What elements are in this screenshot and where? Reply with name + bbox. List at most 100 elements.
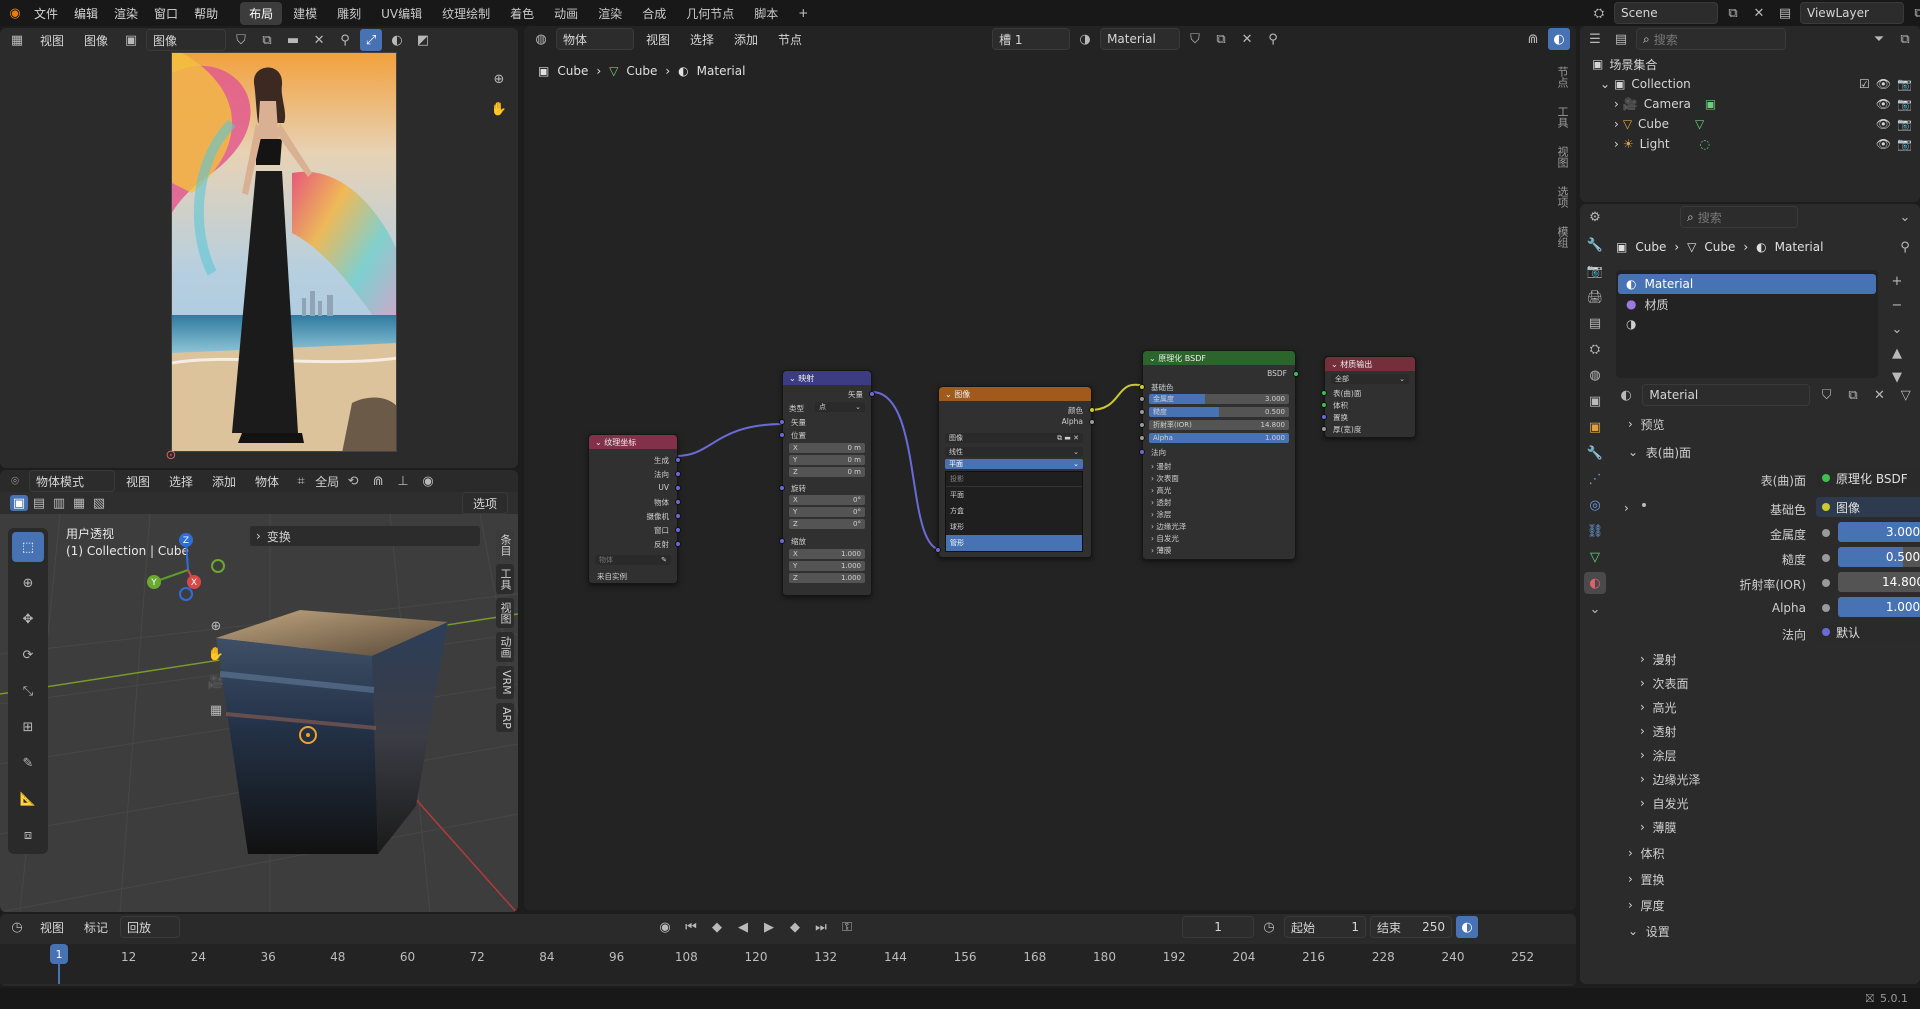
outliner-search-field[interactable]: ⌕ 搜索	[1636, 28, 1786, 50]
fake-user-icon[interactable]: ⛉	[230, 29, 252, 51]
subpanel-specular[interactable]: › 高光	[1616, 695, 1916, 719]
image-node-actions-icon[interactable]: ⧉ ▬ ✕	[1057, 434, 1079, 443]
menu-help[interactable]: 帮助	[186, 5, 226, 22]
panel-displacement[interactable]: › 置换	[1616, 867, 1916, 891]
material-slot-3[interactable]: ◑	[1618, 314, 1876, 334]
socket[interactable]	[1139, 409, 1145, 415]
material-fake-user-icon[interactable]: ⛉	[1184, 28, 1206, 50]
material-unlink-icon[interactable]: ✕	[1236, 28, 1258, 50]
metallic-field[interactable]: 3.000	[1838, 522, 1920, 542]
transform-orientation-icon[interactable]: ⌗	[290, 470, 312, 492]
scene-tab-icon[interactable]: ⛭	[1584, 338, 1606, 360]
mapping-scale-x[interactable]: X 1.000	[789, 549, 865, 559]
panel-surface[interactable]: ⌄ 表(曲)面	[1616, 440, 1916, 464]
node-principled-bsdf[interactable]: ⌄ 原理化 BSDF BSDF 基础色 金属度 3.000 糙度 0.500 折射率…	[1139, 350, 1299, 560]
socket[interactable]	[779, 538, 785, 544]
workspace-tab-texture-paint[interactable]: 纹理绘制	[433, 2, 499, 25]
image-editor-menu-image[interactable]: 图像	[76, 32, 116, 49]
output-target-dropdown[interactable]: 全部 ⌄	[1331, 374, 1409, 384]
node-sidebar-tab-options[interactable]: 选项	[1554, 186, 1570, 208]
new-collection-icon[interactable]: ⧉	[1894, 28, 1916, 50]
timeline-menu-marker[interactable]: 标记	[76, 919, 116, 936]
sidebar-tab-vrm[interactable]: VRM	[496, 666, 514, 699]
bsdf-metallic-field[interactable]: 金属度 3.000	[1149, 394, 1289, 404]
viewport-editor-type-icon[interactable]: ⌾	[4, 470, 26, 492]
add-workspace-button[interactable]: +	[789, 3, 817, 23]
select-tool-icon[interactable]: ⬚	[12, 532, 44, 562]
blender-logo-icon[interactable]: ◉	[4, 2, 26, 24]
mapping-rotation-z[interactable]: Z 0°	[789, 519, 865, 529]
collection-tab-icon[interactable]: ▣	[1584, 390, 1606, 412]
output-tab-icon[interactable]: 🖨	[1584, 286, 1606, 308]
subpanel-thin-film[interactable]: › 薄膜	[1616, 815, 1916, 839]
socket[interactable]	[675, 499, 681, 505]
ior-socket-icon[interactable]	[1822, 579, 1830, 587]
slot-selector[interactable]: 槽 1	[992, 28, 1071, 50]
socket[interactable]	[1321, 390, 1327, 396]
interpolation-dropdown[interactable]: 线性 ⌄	[945, 447, 1083, 457]
socket[interactable]	[1139, 422, 1145, 428]
annotate-tool-icon[interactable]: ✎	[12, 748, 44, 778]
view-layer-tab-icon[interactable]: ▤	[1584, 312, 1606, 334]
display-mode-icon[interactable]: ▤	[1610, 28, 1632, 50]
node-image-texture[interactable]: ⌄ 图像 颜色 Alpha 图像 ⧉ ▬ ✕ 线性 ⌄ 平面 ⌄ 投影 平面 方盒 球…	[935, 386, 1095, 558]
workspace-tab-rendering[interactable]: 渲染	[589, 2, 631, 25]
node-sidebar-tab-tool[interactable]: 工具	[1554, 106, 1570, 128]
remove-slot-icon[interactable]: −	[1886, 294, 1908, 316]
world-tab-icon[interactable]: ◍	[1584, 364, 1606, 386]
node-menu-view[interactable]: 视图	[638, 31, 678, 48]
perspective-toggle-icon[interactable]: ▦	[205, 699, 227, 721]
camera-view-icon[interactable]: 🎥	[205, 671, 227, 693]
delete-scene-icon[interactable]: ✕	[1748, 2, 1770, 24]
expand-chevron-icon[interactable]: ⌄	[1600, 77, 1610, 91]
node-sidebar-tab-view[interactable]: 视图	[1554, 146, 1570, 168]
texcoord-from-instancer[interactable]: 来自实例	[597, 571, 627, 582]
overlay-icon[interactable]: ◐	[1548, 28, 1570, 50]
overlay-icon[interactable]: ◐	[1456, 916, 1479, 938]
physics-tab-icon[interactable]: ◎	[1584, 494, 1606, 516]
output-header[interactable]: ⌄ 材质输出	[1325, 357, 1415, 371]
menu-file[interactable]: 文件	[26, 5, 66, 22]
socket[interactable]	[779, 432, 785, 438]
eye-icon[interactable]: 👁	[1876, 77, 1891, 91]
mapping-location-x[interactable]: X 0 m	[789, 443, 865, 453]
pivot-icon[interactable]: ⟲	[342, 470, 364, 492]
properties-material-name[interactable]: Material	[1642, 384, 1811, 406]
mapping-header[interactable]: ⌄ 映射	[783, 371, 871, 385]
bsdf-sub-thin-film[interactable]: › 薄膜	[1151, 545, 1171, 556]
expand-chevron-icon[interactable]: ›	[1614, 117, 1619, 131]
bsdf-sub-emission[interactable]: › 自发光	[1151, 533, 1179, 544]
unlink-image-icon[interactable]: ✕	[308, 29, 330, 51]
add-cube-tool-icon[interactable]: ⧈	[12, 820, 44, 850]
node-menu-select[interactable]: 选择	[682, 31, 722, 48]
add-slot-icon[interactable]: +	[1886, 270, 1908, 292]
expand-chevron-icon[interactable]: ›	[1614, 137, 1619, 151]
new-view-layer-icon[interactable]: ⧉	[1908, 2, 1920, 24]
camera-render-icon[interactable]: 📷	[1897, 137, 1912, 151]
mapping-rotation-y[interactable]: Y 0°	[789, 507, 865, 517]
menu-edit[interactable]: 编辑	[66, 5, 106, 22]
mapping-scale-y[interactable]: Y 1.000	[789, 561, 865, 571]
move-slot-up-icon[interactable]: ▲	[1886, 342, 1908, 364]
prev-keyframe-icon[interactable]: ◆	[706, 916, 728, 938]
image-node-image-field[interactable]: 图像 ⧉ ▬ ✕	[945, 433, 1083, 443]
outliner-item-light[interactable]: › ☀ Light ◌ 👁 📷	[1592, 134, 1920, 154]
auto-keying-icon[interactable]: ◉	[654, 916, 676, 938]
sidebar-tab-arp[interactable]: ARP	[496, 702, 514, 733]
node-menu-add[interactable]: 添加	[726, 31, 766, 48]
workspace-tab-shading[interactable]: 着色	[501, 2, 543, 25]
mapping-location-z[interactable]: Z 0 m	[789, 467, 865, 477]
workspace-tab-uv[interactable]: UV编辑	[372, 2, 431, 25]
tool-tab-icon[interactable]: 🔧	[1584, 234, 1606, 256]
zoom-icon[interactable]: ⊕	[488, 68, 510, 90]
alpha-socket-icon[interactable]	[1822, 604, 1830, 612]
sidebar-tab-tool[interactable]: 工具	[496, 564, 514, 594]
viewport-menu-add[interactable]: 添加	[204, 473, 244, 490]
socket[interactable]	[1321, 414, 1327, 420]
playhead[interactable]: 1	[50, 944, 68, 964]
navigation-gizmo[interactable]: Z Y X	[140, 530, 230, 610]
render-tab-icon[interactable]: 📷	[1584, 260, 1606, 282]
play-icon[interactable]: ▶	[758, 916, 780, 938]
node-material-output[interactable]: ⌄ 材质输出 全部 ⌄ 表(曲)面 体积 置换 厚(宽)度	[1321, 356, 1416, 438]
snap-increment-icon[interactable]: ⊥	[392, 470, 414, 492]
